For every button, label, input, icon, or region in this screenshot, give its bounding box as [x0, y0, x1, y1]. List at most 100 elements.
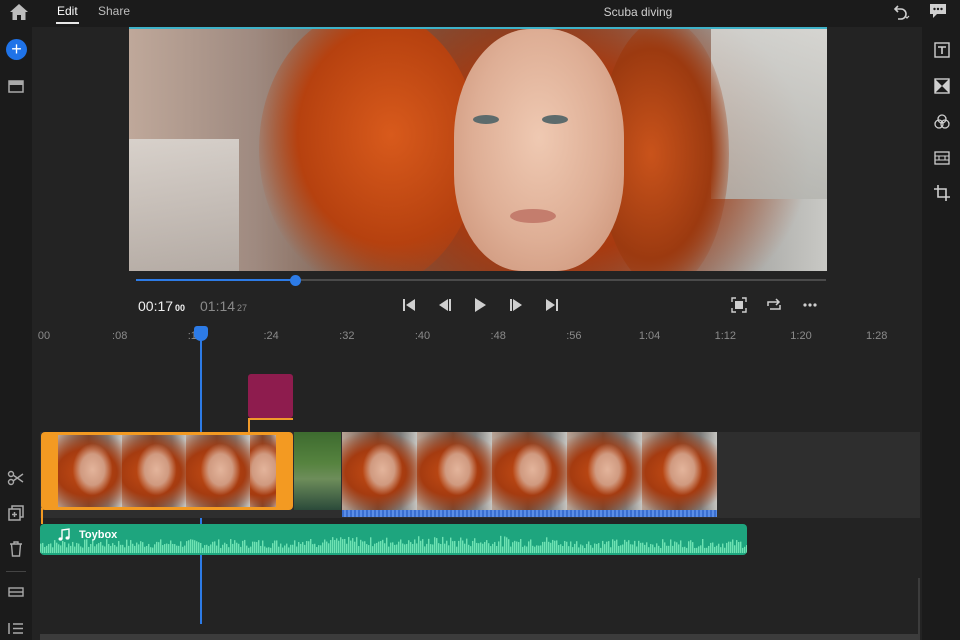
waveform-bar [170, 540, 172, 553]
ruler-tick-label: :48 [490, 330, 506, 342]
waveform-bar [528, 541, 530, 553]
waveform-bar [412, 543, 414, 553]
waveform-bar [146, 545, 148, 553]
waveform-bar [266, 547, 268, 553]
waveform-bar [390, 542, 392, 553]
waveform-bar [334, 540, 336, 553]
waveform-bar [264, 546, 266, 553]
playhead-handle[interactable] [194, 326, 208, 341]
waveform-bar [338, 540, 340, 553]
waveform-bar [52, 547, 54, 553]
waveform-bar [416, 543, 418, 553]
step-forward-icon[interactable] [508, 297, 524, 313]
waveform-bar [488, 543, 490, 553]
tab-edit[interactable]: Edit [56, 4, 79, 24]
waveform-bar [486, 540, 488, 553]
waveform-bar [130, 540, 132, 553]
waveform-bar [706, 547, 708, 553]
waveform-bar [722, 543, 724, 553]
clip-thumbnail[interactable] [342, 432, 417, 510]
waveform-bar [634, 540, 636, 553]
waveform-bar [272, 543, 274, 553]
waveform-bar [324, 539, 326, 553]
waveform-bar [330, 540, 332, 553]
waveform-bar [308, 541, 310, 553]
track-collapse-icon[interactable] [7, 583, 25, 601]
waveform-bar [116, 546, 118, 553]
waveform-bar [420, 540, 422, 553]
tab-share[interactable]: Share [98, 4, 130, 18]
trash-icon[interactable] [7, 540, 25, 558]
waveform-bar [702, 539, 704, 553]
home-icon[interactable] [9, 3, 29, 21]
play-icon[interactable] [472, 297, 488, 313]
list-icon[interactable] [7, 619, 25, 637]
waveform-bar [562, 545, 564, 553]
waveform-bar [108, 543, 110, 553]
transitions-icon[interactable] [933, 77, 951, 95]
lips [510, 209, 556, 223]
scrubber-handle[interactable] [289, 275, 301, 286]
speed-icon[interactable] [933, 149, 951, 167]
waveform-bar [152, 547, 154, 553]
background-building [711, 29, 827, 199]
waveform-bar [112, 543, 114, 553]
title-clip[interactable] [248, 374, 293, 420]
more-icon[interactable] [802, 297, 818, 313]
clip-thumbnail[interactable] [417, 432, 492, 510]
waveform-bar [246, 545, 248, 553]
waveform-bar [484, 542, 486, 553]
waveform-bar [148, 543, 150, 553]
waveform-bar [226, 544, 228, 553]
timeline-horizontal-scrollbar[interactable] [40, 634, 920, 640]
waveform-bar [724, 547, 726, 553]
divider [6, 571, 26, 572]
skip-to-start-icon[interactable] [401, 297, 417, 313]
crop-icon[interactable] [933, 184, 951, 202]
music-track[interactable] [40, 524, 747, 555]
waveform-bar [196, 541, 198, 553]
transition-clip[interactable] [294, 432, 341, 510]
waveform-bar [432, 544, 434, 553]
waveform-bar [662, 539, 664, 553]
clip-thumbnail[interactable] [492, 432, 567, 510]
step-back-icon[interactable] [437, 297, 453, 313]
waveform-bar [114, 545, 116, 553]
waveform-bar [580, 544, 582, 553]
plus-icon[interactable]: + [6, 39, 27, 60]
timeline-ruler[interactable]: 00:08:16:24:32:40:48:561:041:121:201:28 [38, 324, 920, 346]
clip-thumbnail [250, 435, 276, 507]
waveform-bar [670, 539, 672, 553]
waveform-bar [180, 541, 182, 553]
ruler-tick-label: 1:04 [638, 330, 661, 342]
waveform-bar [184, 545, 186, 553]
waveform-bar [688, 541, 690, 553]
skip-to-end-icon[interactable] [544, 297, 560, 313]
loop-icon[interactable] [766, 297, 782, 313]
waveform-bar [650, 543, 652, 553]
waveform-bar [672, 545, 674, 553]
speech-bubble-icon[interactable] [928, 2, 948, 20]
waveform-bar [136, 542, 138, 553]
right-toolbar [922, 27, 960, 640]
waveform-bar [582, 545, 584, 553]
timeline-vertical-scrollbar[interactable] [918, 578, 920, 634]
waveform-bar [480, 542, 482, 553]
waveform-bar [96, 544, 98, 553]
undo-icon[interactable] [892, 3, 910, 21]
waveform-bar [76, 542, 78, 553]
total-timecode: 01:14 27 [200, 298, 247, 314]
waveform-bar [284, 545, 286, 553]
media-library-icon[interactable] [7, 77, 25, 95]
ruler-tick-label: :24 [263, 330, 279, 342]
waveform-bar [440, 543, 442, 553]
duplicate-icon[interactable] [7, 504, 25, 522]
text-titles-icon[interactable] [933, 41, 951, 59]
split-scissors-icon[interactable] [7, 469, 25, 487]
color-icon[interactable] [933, 113, 951, 131]
waveform-bar [476, 542, 478, 553]
fit-to-screen-icon[interactable] [731, 297, 747, 313]
video-preview[interactable] [129, 29, 827, 271]
clip-thumbnail[interactable] [642, 432, 717, 510]
clip-thumbnail[interactable] [567, 432, 642, 510]
